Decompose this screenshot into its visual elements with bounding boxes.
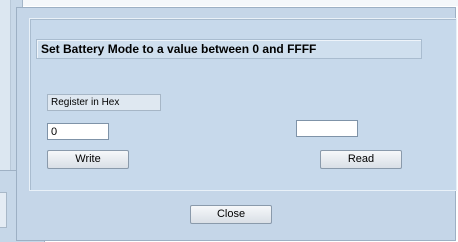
register-hex-label: Register in Hex [47,94,161,111]
background-strip [22,0,458,6]
dialog-heading: Set Battery Mode to a value between 0 an… [36,39,422,59]
read-value-output[interactable] [296,120,358,137]
register-value-input[interactable] [47,123,109,140]
battery-mode-dialog: Set Battery Mode to a value between 0 an… [16,7,457,241]
read-button[interactable]: Read [320,150,402,169]
content-panel: Set Battery Mode to a value between 0 an… [29,18,457,191]
write-button[interactable]: Write [47,150,129,169]
close-button[interactable]: Close [190,205,272,224]
background-window-edge [0,0,11,190]
background-window-lower-edge [0,192,7,228]
